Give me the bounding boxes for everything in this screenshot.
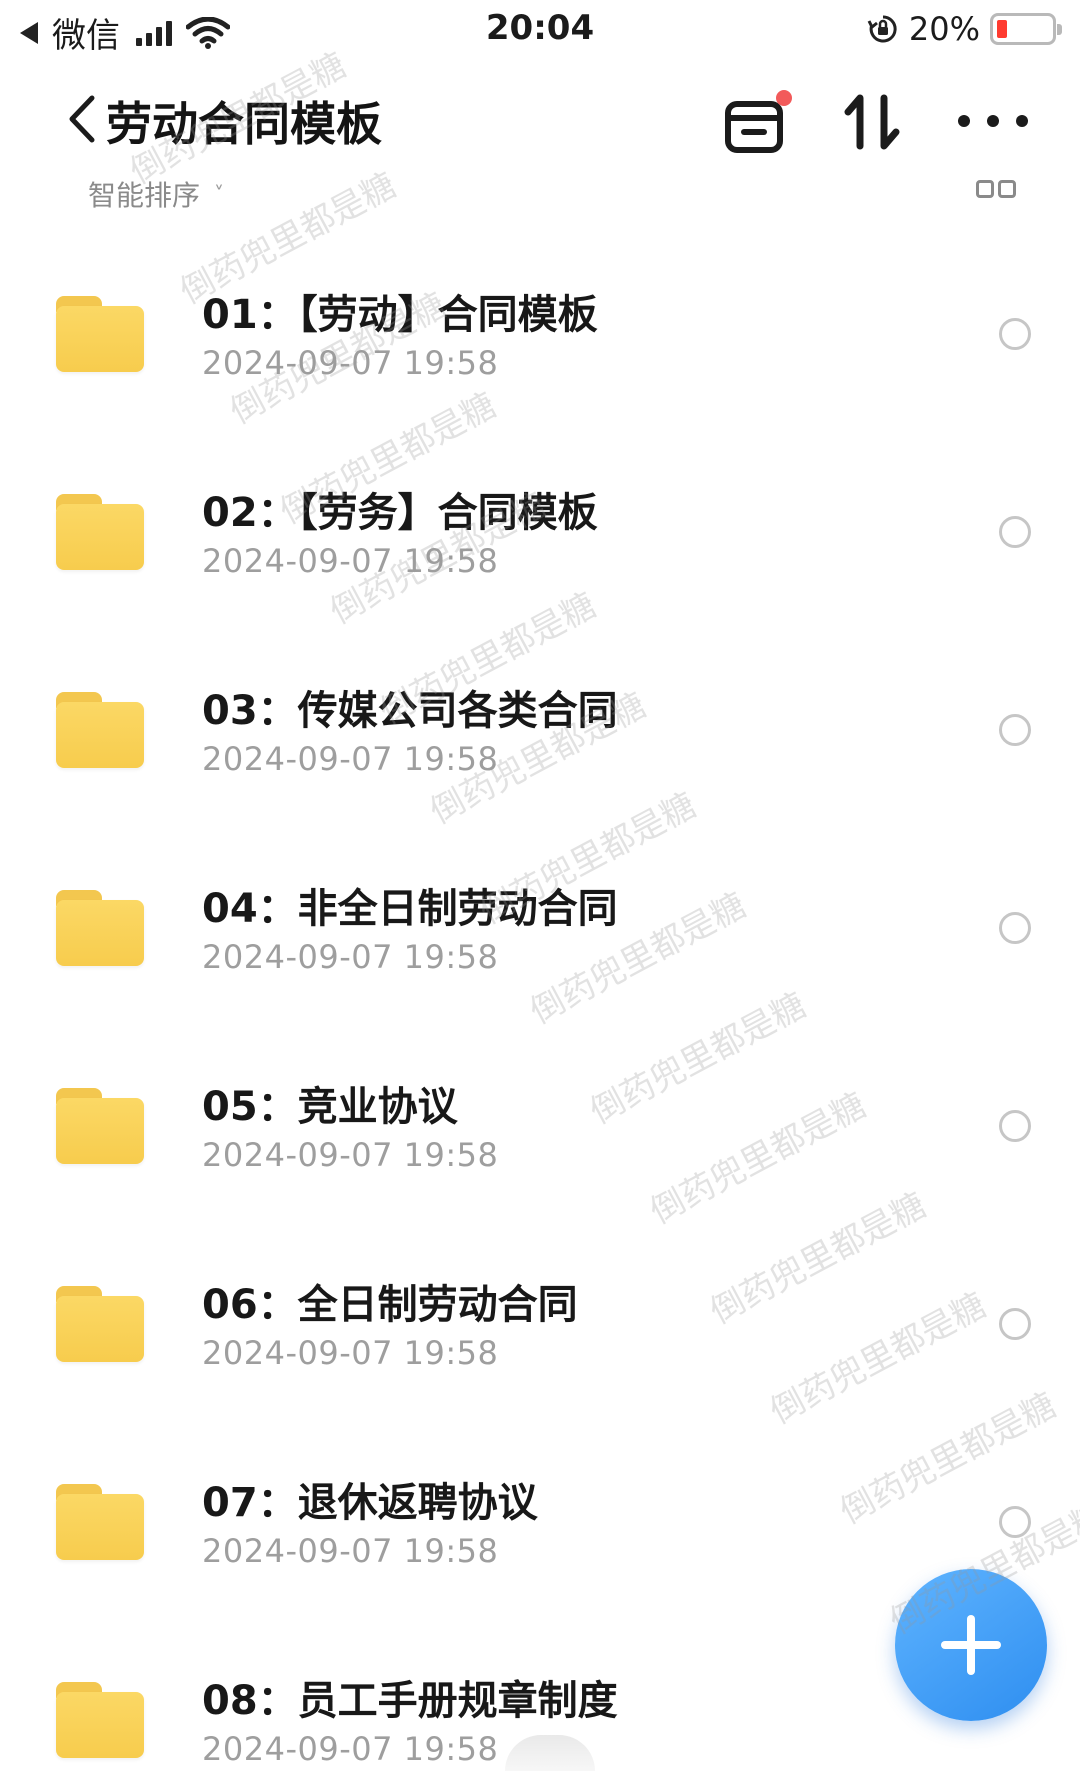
- list-item[interactable]: 03：传媒公司各类合同 2024-09-07 19:58: [0, 636, 1080, 834]
- item-title: 08：员工手册规章制度: [202, 1678, 618, 1724]
- status-bar: 微信 20:04 20%: [0, 0, 1080, 60]
- select-radio[interactable]: [999, 1506, 1031, 1538]
- select-radio[interactable]: [999, 1308, 1031, 1340]
- status-right: 20%: [867, 10, 1062, 48]
- folder-icon: [56, 1682, 144, 1758]
- item-date: 2024-09-07 19:58: [202, 344, 499, 382]
- item-title: 05：竞业协议: [202, 1084, 458, 1130]
- list-item[interactable]: 06：全日制劳动合同 2024-09-07 19:58: [0, 1230, 1080, 1428]
- item-title: 02：【劳务】合同模板: [202, 490, 598, 536]
- folder-icon: [56, 1088, 144, 1164]
- more-icon[interactable]: [958, 106, 1028, 136]
- item-title: 01：【劳动】合同模板: [202, 292, 598, 338]
- item-date: 2024-09-07 19:58: [202, 542, 499, 580]
- item-date: 2024-09-07 19:58: [202, 1532, 499, 1570]
- file-list: 01：【劳动】合同模板 2024-09-07 19:58 02：【劳务】合同模板…: [0, 240, 1080, 1771]
- recent-button[interactable]: [722, 90, 796, 160]
- sort-button[interactable]: 智能排序 ˅: [88, 174, 224, 208]
- folder-icon: [56, 1484, 144, 1560]
- item-title: 03：传媒公司各类合同: [202, 688, 618, 734]
- folder-icon: [56, 1286, 144, 1362]
- rotation-lock-icon: [867, 15, 897, 43]
- item-date: 2024-09-07 19:58: [202, 1730, 499, 1768]
- select-radio[interactable]: [999, 1110, 1031, 1142]
- battery-percent: 20%: [908, 10, 980, 48]
- select-radio[interactable]: [999, 318, 1031, 350]
- list-item[interactable]: 04：非全日制劳动合同 2024-09-07 19:58: [0, 834, 1080, 1032]
- item-title: 04：非全日制劳动合同: [202, 886, 618, 932]
- item-date: 2024-09-07 19:58: [202, 1334, 499, 1372]
- nav-bar: 劳动合同模板: [0, 70, 1080, 170]
- item-date: 2024-09-07 19:58: [202, 740, 499, 778]
- folder-icon: [56, 692, 144, 768]
- chevron-down-icon: ˅: [214, 182, 225, 206]
- back-icon[interactable]: [62, 90, 102, 148]
- item-date: 2024-09-07 19:58: [202, 938, 499, 976]
- add-button[interactable]: [895, 1569, 1047, 1721]
- folder-icon: [56, 296, 144, 372]
- notification-dot: [776, 90, 792, 106]
- select-radio[interactable]: [999, 912, 1031, 944]
- select-radio[interactable]: [999, 714, 1031, 746]
- page-title: 劳动合同模板: [106, 97, 382, 151]
- item-title: 06：全日制劳动合同: [202, 1282, 578, 1328]
- list-item[interactable]: 02：【劳务】合同模板 2024-09-07 19:58: [0, 438, 1080, 636]
- folder-icon: [56, 494, 144, 570]
- folder-icon: [56, 890, 144, 966]
- sort-bar: 智能排序 ˅: [0, 168, 1080, 208]
- sort-icon[interactable]: [840, 90, 906, 156]
- item-date: 2024-09-07 19:58: [202, 1136, 499, 1174]
- sort-label: 智能排序: [88, 179, 201, 208]
- select-radio[interactable]: [999, 516, 1031, 548]
- battery-icon: [990, 13, 1062, 45]
- list-item[interactable]: 05：竞业协议 2024-09-07 19:58: [0, 1032, 1080, 1230]
- view-toggle-icon[interactable]: [976, 180, 1018, 202]
- list-item[interactable]: 01：【劳动】合同模板 2024-09-07 19:58: [0, 240, 1080, 438]
- item-title: 07：退休返聘协议: [202, 1480, 538, 1526]
